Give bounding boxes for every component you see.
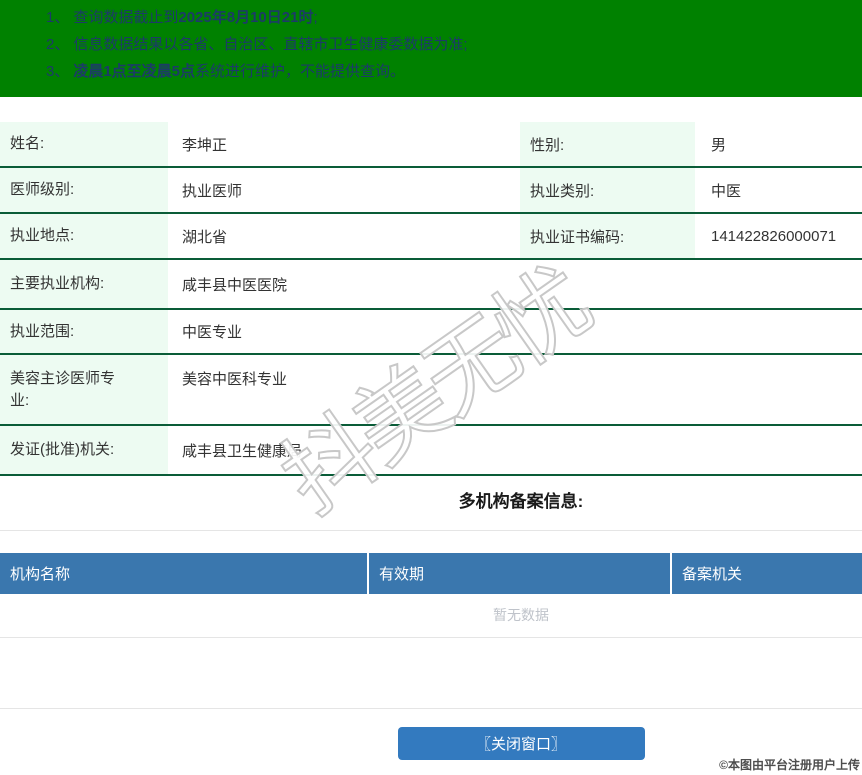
notice-line-2: 2、 信息数据结果以各省、自治区、直辖市卫生健康委数据为准; xyxy=(46,31,862,58)
value-practice-category: 中医 xyxy=(695,167,862,214)
value-certificate-code: 141422826000071 xyxy=(695,213,862,260)
notice-text: 查询数据截止到 xyxy=(73,9,179,26)
column-header-institution: 机构名称 xyxy=(0,553,369,594)
column-header-filing-authority: 备案机关 xyxy=(671,553,862,594)
label-practice-scope: 执业范围: xyxy=(0,309,168,355)
table-row: 医师级别: 执业医师 执业类别: 中医 xyxy=(0,167,862,214)
empty-data-text: 暂无数据 xyxy=(0,594,862,638)
column-header-validity: 有效期 xyxy=(368,553,672,594)
label-practice-location: 执业地点: xyxy=(0,213,168,260)
notice-number: 2、 xyxy=(46,36,70,53)
label-gender: 性别: xyxy=(520,122,695,168)
notice-line-1: 1、 查询数据截止到2025年8月10日21时; xyxy=(46,4,862,31)
button-row: 〖关闭窗口〗 xyxy=(0,726,862,760)
notice-bold-text: 凌晨1点至凌晨5点 xyxy=(73,63,196,80)
notice-text: 信息数据结果以各省、自治区、直辖市卫生健康委数据为准; xyxy=(73,36,468,53)
divider xyxy=(0,530,862,531)
label-primary-institution: 主要执业机构: xyxy=(0,259,168,310)
empty-data-row: 暂无数据 xyxy=(0,594,862,638)
label-doctor-level: 医师级别: xyxy=(0,167,168,214)
table-row: 美容主诊医师专业: 美容中医科专业 xyxy=(0,354,862,426)
table-row: 主要执业机构: 咸丰县中医医院 xyxy=(0,259,862,310)
notice-number: 1、 xyxy=(46,9,70,26)
multi-org-section-title: 多机构备案信息: xyxy=(458,492,584,511)
label-practice-category: 执业类别: xyxy=(520,167,695,214)
close-window-button[interactable]: 〖关闭窗口〗 xyxy=(397,726,645,760)
practitioner-info-table: 姓名: 李坤正 性别: 男 医师级别: 执业医师 执业类别: 中医 执业地点: … xyxy=(0,122,862,476)
table-row: 姓名: 李坤正 性别: 男 xyxy=(0,122,862,168)
value-cosmetic-specialty: 美容中医科专业 xyxy=(168,354,862,426)
notice-banner: 1、 查询数据截止到2025年8月10日21时; 2、 信息数据结果以各省、自治区、… xyxy=(0,0,862,97)
value-issuing-authority: 咸丰县卫生健康局 xyxy=(168,425,862,476)
footer-credit-text: ©本图由平台注册用户上传 xyxy=(719,758,860,772)
table-row: 执业范围: 中医专业 xyxy=(0,309,862,355)
table-row: 发证(批准)机关: 咸丰县卫生健康局 xyxy=(0,425,862,476)
value-name: 李坤正 xyxy=(168,122,520,168)
notice-number: 3、 xyxy=(46,63,70,80)
notice-line-3: 3、 凌晨1点至凌晨5点系统进行维护，不能提供查询。 xyxy=(46,58,862,85)
notice-text: 系统进行维护，不能提供查询。 xyxy=(195,63,406,80)
value-practice-location: 湖北省 xyxy=(168,213,520,260)
label-issuing-authority: 发证(批准)机关: xyxy=(0,425,168,476)
label-name: 姓名: xyxy=(0,122,168,168)
notice-bold-text: 2025年8月10日21时 xyxy=(178,9,314,26)
result-page: 1、 查询数据截止到2025年8月10日21时; 2、 信息数据结果以各省、自治区、… xyxy=(0,0,862,760)
value-primary-institution: 咸丰县中医医院 xyxy=(168,259,862,310)
value-gender: 男 xyxy=(695,122,862,168)
notice-text: ; xyxy=(313,9,318,26)
value-doctor-level: 执业医师 xyxy=(168,167,520,214)
multi-org-header-row: 机构名称 有效期 备案机关 xyxy=(0,553,862,594)
divider xyxy=(0,707,862,709)
label-cosmetic-specialty: 美容主诊医师专业: xyxy=(0,354,168,426)
label-certificate-code: 执业证书编码: xyxy=(520,213,695,260)
multi-org-table: 机构名称 有效期 备案机关 暂无数据 xyxy=(0,553,862,638)
value-practice-scope: 中医专业 xyxy=(168,309,862,355)
table-row: 执业地点: 湖北省 执业证书编码: 141422826000071 xyxy=(0,213,862,260)
